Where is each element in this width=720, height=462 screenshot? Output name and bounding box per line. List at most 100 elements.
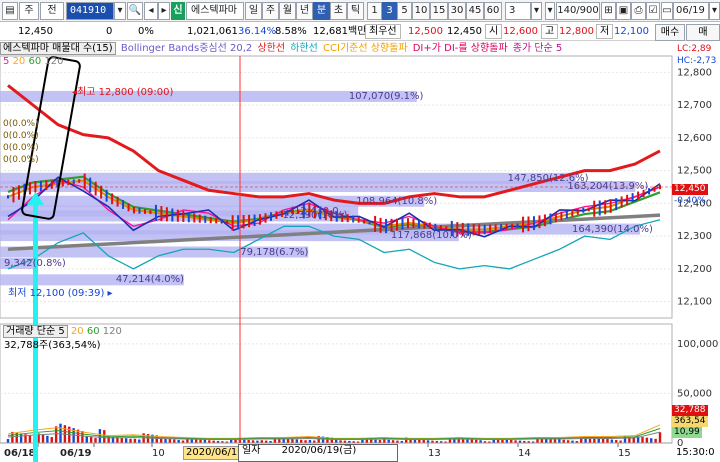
date-dropdown-icon[interactable]: ▾ xyxy=(709,2,720,20)
period-week[interactable]: 주 xyxy=(262,2,279,20)
calendar-icon[interactable]: ▭ xyxy=(661,2,673,20)
interval-3[interactable]: 3 xyxy=(382,2,397,20)
price-tick-label: 12,600 xyxy=(677,133,712,144)
volume-bar xyxy=(168,439,172,443)
date-input[interactable]: 06/19 xyxy=(673,2,709,20)
volume-bar xyxy=(173,439,176,443)
low-annotation: 최저 12,100 (09:39) ▸ xyxy=(8,288,113,299)
legend-lower: 하한선 xyxy=(290,43,318,54)
volume-bar xyxy=(89,437,93,443)
volume-bar xyxy=(553,439,557,443)
volume-value: 1,021,061 xyxy=(187,26,238,37)
volume-profile-label: 79,178(6.7%) xyxy=(240,246,309,258)
volume-bar xyxy=(650,438,653,443)
volume-bar xyxy=(19,433,23,443)
checkbox-icon[interactable]: ☑ xyxy=(646,2,660,20)
market-type-select[interactable]: 주 xyxy=(19,2,39,20)
interval-dropdown-icon[interactable]: ▾ xyxy=(531,2,542,20)
price-tick-label: 12,300 xyxy=(677,231,712,242)
legend-upper: 상한선 xyxy=(257,43,286,54)
interval-60[interactable]: 60 xyxy=(484,2,502,20)
legend-dmi: DI+가 DI-를 상향돌파 xyxy=(412,43,508,54)
period-minute[interactable]: 분 xyxy=(313,2,330,20)
save-icon[interactable]: ▣ xyxy=(616,2,631,20)
price-change: 0 xyxy=(106,26,113,37)
time-tick-label: 13 xyxy=(428,448,441,459)
period-year[interactable]: 년 xyxy=(296,2,313,20)
search-icon[interactable]: 🔍 xyxy=(127,2,143,20)
price-title[interactable]: 에스텍파마 매물대 수(15) xyxy=(0,42,116,55)
interval-5[interactable]: 5 xyxy=(397,2,412,20)
volume-title[interactable]: 거래량 단순 5 xyxy=(3,325,68,338)
print-icon[interactable]: ⎙ xyxy=(631,2,646,20)
price-tick-label: 12,500 xyxy=(677,166,712,177)
zero-labels: 0(0.0%) 0(0.0%) 0(0.0%) 0(0.0%) xyxy=(3,119,39,165)
full-toggle[interactable]: 전 xyxy=(40,2,64,20)
volume-bar xyxy=(85,436,88,443)
best-price-label: 최우선 xyxy=(365,24,401,39)
quote-bar: 12,450 0 0% 1,021,061 36.14% 8.58% 12,68… xyxy=(0,22,720,41)
code-dropdown-icon[interactable]: ▾ xyxy=(114,2,126,20)
period-second[interactable]: 초 xyxy=(330,2,347,20)
sell-button[interactable]: 매 xyxy=(686,24,720,41)
price-chart[interactable]: 12,10012,20012,30012,40012,50012,60012,7… xyxy=(0,41,720,462)
high-label: 고 xyxy=(541,24,559,39)
volume-bar xyxy=(54,426,58,443)
high-price: 12,800 xyxy=(559,26,594,37)
price-tick-label: 12,100 xyxy=(677,297,712,308)
price-change-pct: 0% xyxy=(138,26,154,37)
volume-bar xyxy=(610,439,614,443)
interval-15[interactable]: 15 xyxy=(430,2,448,20)
volume-profile-label: 47,214(4.0%) xyxy=(115,274,185,286)
count-display: 140/900 xyxy=(556,2,600,20)
best-bid: 12,450 xyxy=(447,26,482,37)
favorite-badge[interactable]: 신 xyxy=(171,2,185,20)
period-tick[interactable]: 틱 xyxy=(347,2,364,20)
volume-tick-label: 100,000 xyxy=(677,339,718,350)
interval-1[interactable]: 1 xyxy=(367,2,382,20)
volume-bar xyxy=(133,438,137,443)
volume-ma-tag: 363,54 xyxy=(672,416,708,427)
volume-profile-label: 117,868(10.0%) xyxy=(390,230,472,242)
volume-bar xyxy=(645,437,649,443)
menu-icon[interactable]: ▤ xyxy=(2,2,18,20)
volume-bar xyxy=(457,439,460,443)
volume-legend: 거래량 단순 5 20 60 120 xyxy=(3,325,122,338)
volume-bar xyxy=(6,439,10,443)
volume-profile-label: 9,342(0.8%) xyxy=(4,257,66,269)
volume-bar xyxy=(164,438,167,443)
time-tick-label: 06/18 xyxy=(4,448,36,459)
interval-30[interactable]: 30 xyxy=(448,2,466,20)
low-label: 저 xyxy=(596,24,614,39)
volume-profile-label: 163,204(13.9%) xyxy=(567,181,649,192)
volume-bar xyxy=(46,435,49,443)
low-price: 12,100 xyxy=(614,26,649,37)
open-label: 시 xyxy=(485,24,503,39)
interval-10[interactable]: 10 xyxy=(412,2,430,20)
current-price-tag: 12,450 xyxy=(672,184,708,195)
high-annotation: ◂최고 12,800 (09:00) xyxy=(72,87,174,98)
trade-amount: 12,681백만 xyxy=(313,26,367,37)
volume-tick-label: 50,000 xyxy=(677,388,712,399)
volume-bar xyxy=(50,437,53,443)
buy-button[interactable]: 매수 xyxy=(655,24,685,41)
count-dropdown-icon[interactable]: ▾ xyxy=(545,2,555,20)
price-legend: 에스텍파마 매물대 수(15) Bollinger Bands중심선 20,2 … xyxy=(0,42,564,56)
volume-bar xyxy=(295,439,299,443)
cursor-info-box: 일자 2020/06/19(금) xyxy=(238,444,398,462)
interval-select[interactable]: 3 xyxy=(505,2,531,20)
volume-bar xyxy=(120,437,123,443)
period-month[interactable]: 월 xyxy=(279,2,296,20)
best-ask: 12,500 xyxy=(408,26,443,37)
turnover-rate: 8.58% xyxy=(275,26,307,37)
ma-legend: 5 20 60 120 xyxy=(3,56,64,67)
volume-profile-label: 12,390(10%) xyxy=(282,210,348,222)
interval-45[interactable]: 45 xyxy=(466,2,484,20)
legend-close-simple: 종가 단순 5 xyxy=(512,43,563,54)
speaker-icon[interactable]: ◂ xyxy=(144,2,158,20)
volume-bar xyxy=(94,438,97,443)
prev-icon[interactable]: ▸ xyxy=(158,2,170,20)
stock-code-input[interactable]: 041910 xyxy=(66,2,114,20)
period-day[interactable]: 일 xyxy=(245,2,262,20)
grid-icon[interactable]: ⊞ xyxy=(601,2,616,20)
